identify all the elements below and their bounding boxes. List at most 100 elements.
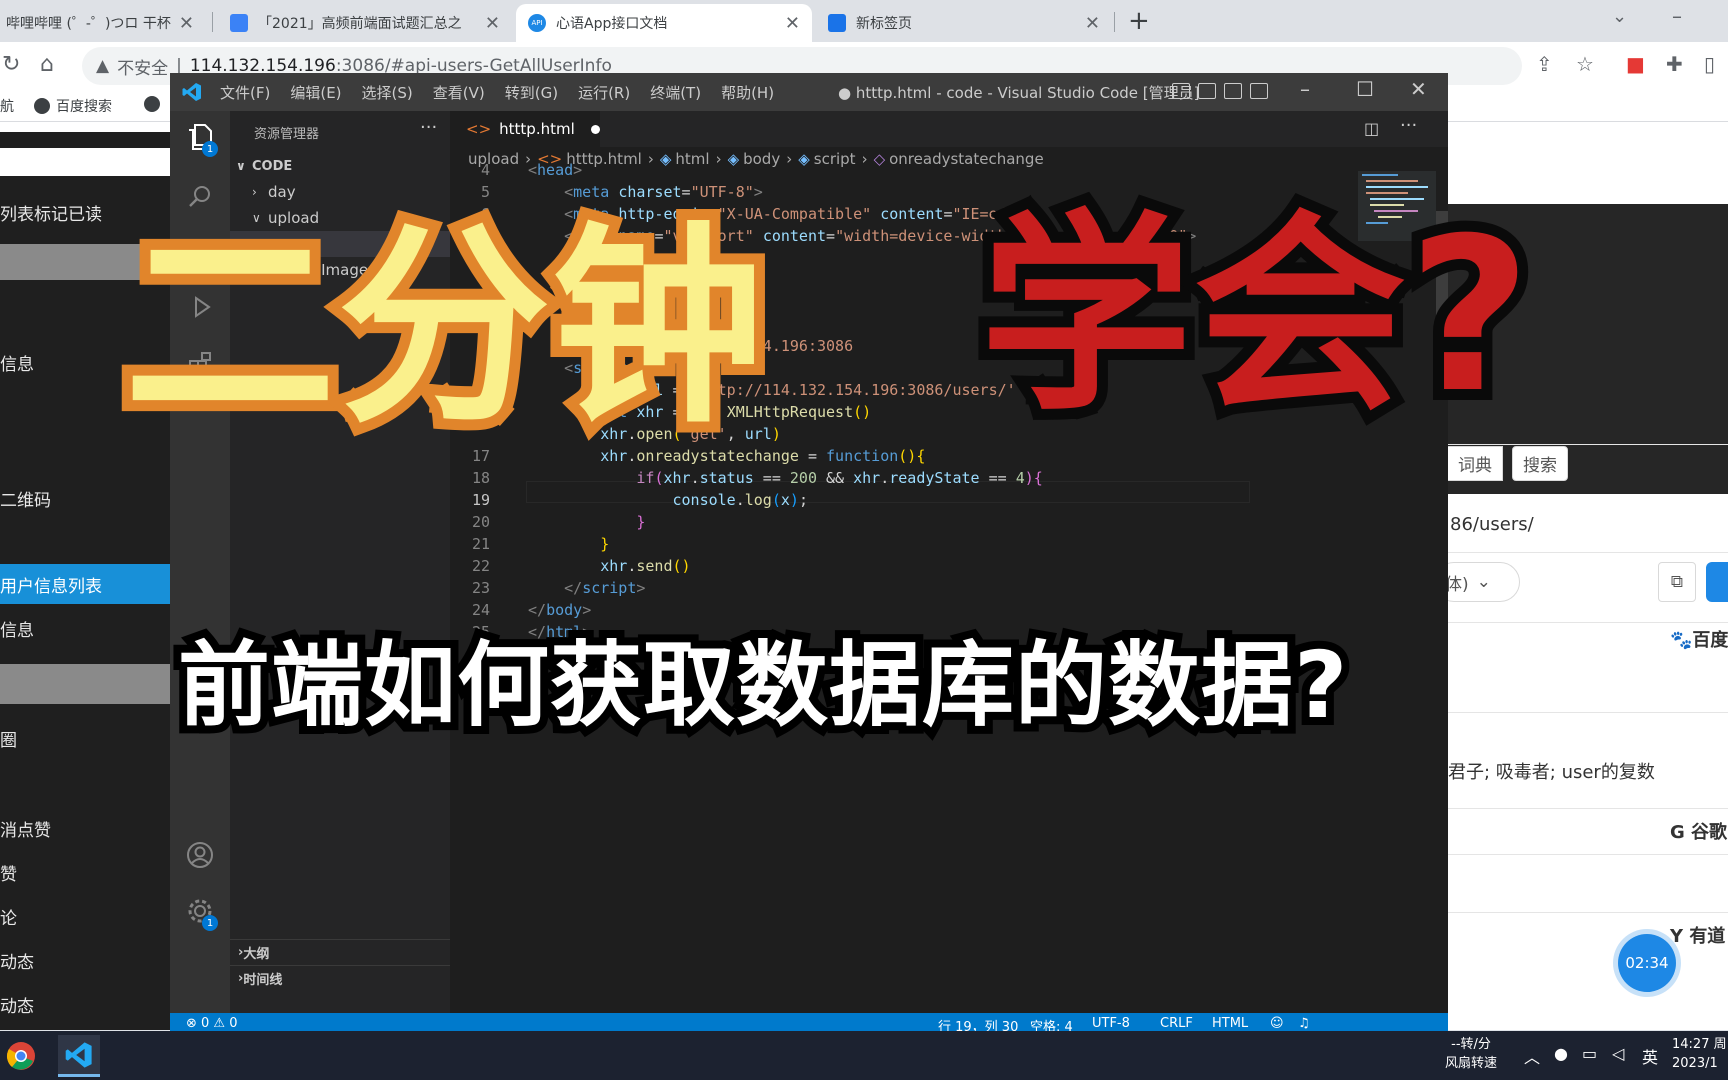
sidebar-item[interactable]: 动态 [0, 984, 170, 1024]
tab-new-tab[interactable]: 新标签页 ✕ [816, 4, 1112, 42]
menu-file[interactable]: 文件(F) [220, 82, 270, 103]
line-ending[interactable]: CRLF [1160, 1016, 1193, 1031]
sidebar-item[interactable]: 动态 [0, 940, 170, 980]
translate-button[interactable] [1706, 562, 1728, 602]
problems-indicator[interactable]: ⊗ 0 ⚠ 0 [186, 1016, 238, 1031]
menu-run[interactable]: 运行(R) [578, 82, 630, 103]
volume-icon[interactable]: ◁ [1612, 1044, 1624, 1063]
search-icon[interactable] [184, 181, 216, 213]
split-editor-icon[interactable]: ◫ [1364, 119, 1379, 138]
sidepanel-icon[interactable]: ▯ [1704, 52, 1715, 76]
bell-icon[interactable]: ♫ [1298, 1016, 1310, 1031]
bookmark-item[interactable]: 航 [0, 96, 14, 116]
battery-icon[interactable]: ▭ [1582, 1044, 1597, 1063]
chevron-up-icon[interactable]: ︿ [1524, 1044, 1540, 1068]
explorer-icon[interactable]: 1 [184, 121, 218, 157]
run-debug-icon[interactable] [184, 291, 216, 323]
chrome-taskbar-icon[interactable] [0, 1035, 42, 1077]
tree-folder-upload[interactable]: ∨ upload [230, 205, 450, 231]
close-icon[interactable]: ✕ [785, 13, 800, 34]
tab-bilibili[interactable]: 哔哩哔哩 (゜-゜)つロ 干杯~ ✕ [0, 4, 206, 42]
breadcrumb-item[interactable]: html [675, 150, 709, 168]
extensions-icon[interactable] [184, 347, 216, 379]
unsaved-dot-icon[interactable] [590, 124, 600, 134]
section-outline[interactable]: › 大纲 [230, 939, 450, 965]
minimap[interactable] [1358, 171, 1436, 1013]
tree-file-uploadimage[interactable]: uploadImage.htm [230, 257, 450, 283]
share-icon[interactable]: ⇪ [1536, 52, 1553, 76]
explorer-badge: 1 [202, 141, 218, 157]
minimize-icon[interactable]: – [1300, 77, 1310, 101]
customize-layout-icon[interactable] [1250, 83, 1268, 99]
sidebar-item[interactable]: 列表标记已读 [0, 192, 170, 232]
close-icon[interactable]: ✕ [1085, 13, 1100, 34]
fan-speed-widget[interactable]: --转/分 风扇转速 [1445, 1035, 1497, 1073]
tab-interview[interactable]: 「2021」高频前端面试题汇总之 ✕ [218, 4, 512, 42]
breadcrumb-item[interactable]: onreadystatechange [889, 150, 1044, 168]
close-icon[interactable]: ✕ [179, 13, 194, 34]
toggle-sidebar-icon[interactable] [1172, 83, 1190, 99]
toggle-panel-icon[interactable] [1198, 83, 1216, 99]
sidebar-item[interactable]: 二维码 [0, 478, 170, 518]
minimize-icon[interactable]: – [1672, 4, 1682, 28]
breadcrumb-item[interactable]: script [814, 150, 856, 168]
star-icon[interactable]: ☆ [1576, 52, 1594, 76]
more-icon[interactable]: ··· [420, 117, 437, 138]
menu-goto[interactable]: 转到(G) [505, 82, 558, 103]
microphone-icon[interactable]: ● [1554, 1044, 1568, 1063]
more-icon[interactable]: ··· [1400, 115, 1417, 136]
maximize-icon[interactable]: ☐ [1356, 77, 1374, 101]
indentation[interactable]: 空格: 4 [1030, 1016, 1073, 1031]
page-header-input [0, 148, 170, 176]
tree-folder-day[interactable]: › day [230, 179, 450, 205]
sidebar-item[interactable]: 信息 [0, 342, 170, 382]
language-mode[interactable]: HTML [1212, 1016, 1248, 1031]
close-icon[interactable]: ✕ [1410, 77, 1427, 101]
close-icon[interactable]: ✕ [485, 13, 500, 34]
tree-root-code[interactable]: ∨ CODE [230, 153, 450, 179]
sidebar-item[interactable]: 论 [0, 896, 170, 936]
tab-htttp-html[interactable]: <> htttp.html [450, 111, 600, 147]
sidebar-item[interactable]: 消点赞 [0, 808, 170, 848]
bookmark-item[interactable] [144, 96, 166, 112]
reload-icon[interactable]: ↻ [2, 52, 20, 77]
tab-dictionary[interactable]: 词典 [1448, 446, 1503, 481]
extension-red-icon[interactable]: ■ [1626, 52, 1645, 76]
menu-view[interactable]: 查看(V) [433, 82, 485, 103]
cursor-position[interactable]: 行 19，列 30 [938, 1016, 1018, 1031]
menu-terminal[interactable]: 终端(T) [650, 82, 701, 103]
chevron-down-icon[interactable]: ⌄ [1612, 6, 1627, 27]
sidebar-item[interactable]: 信息 [0, 608, 170, 648]
menu-selection[interactable]: 选择(S) [362, 82, 413, 103]
code-editor[interactable]: 4 5 6 7 8 9 17 18 19 20 21 22 23 24 25 26 27 <head> <met… [450, 161, 1448, 1013]
sidebar-item[interactable]: 圈 [0, 718, 170, 758]
section-timeline[interactable]: › 时间线 [230, 965, 450, 991]
clock-time: 14:27 周 [1672, 1037, 1727, 1052]
new-tab-button[interactable]: + [1128, 6, 1150, 36]
feedback-icon[interactable]: ☺ [1270, 1016, 1284, 1031]
tab-search[interactable]: 搜索 [1512, 446, 1568, 481]
bookmark-item[interactable]: 百度搜索 [34, 96, 112, 116]
menu-help[interactable]: 帮助(H) [721, 82, 774, 103]
gear-icon[interactable]: 1 [184, 895, 218, 931]
puzzle-icon[interactable]: ✚ [1666, 52, 1683, 76]
tab-api-docs[interactable]: API 心语App接口文档 ✕ [516, 4, 812, 42]
timer-badge[interactable]: 02:34 [1618, 934, 1676, 992]
sidebar-item-user-list[interactable]: 用户信息列表 [0, 564, 170, 604]
clock[interactable]: 14:27 周 2023/1 [1672, 1035, 1727, 1073]
tree-file-selected[interactable] [230, 231, 450, 257]
ime-indicator[interactable]: 英 [1642, 1044, 1658, 1068]
home-icon[interactable]: ⌂ [40, 52, 54, 77]
breadcrumb-item[interactable]: body [743, 150, 780, 168]
vertical-scrollbar[interactable] [1436, 211, 1448, 361]
menu-edit[interactable]: 编辑(E) [290, 82, 341, 103]
toggle-secondary-sidebar-icon[interactable] [1224, 83, 1242, 99]
outline-label: 大纲 [243, 947, 270, 962]
sidebar-item[interactable]: 赞 [0, 852, 170, 892]
crop-icon[interactable]: ⧉ [1658, 562, 1696, 602]
element-icon: ◈ [727, 150, 740, 168]
encoding[interactable]: UTF-8 [1092, 1016, 1130, 1031]
code-line: xhr.onreadystatechange = function(){ [600, 447, 926, 465]
vscode-taskbar-icon[interactable] [58, 1035, 100, 1077]
account-icon[interactable] [184, 839, 216, 871]
